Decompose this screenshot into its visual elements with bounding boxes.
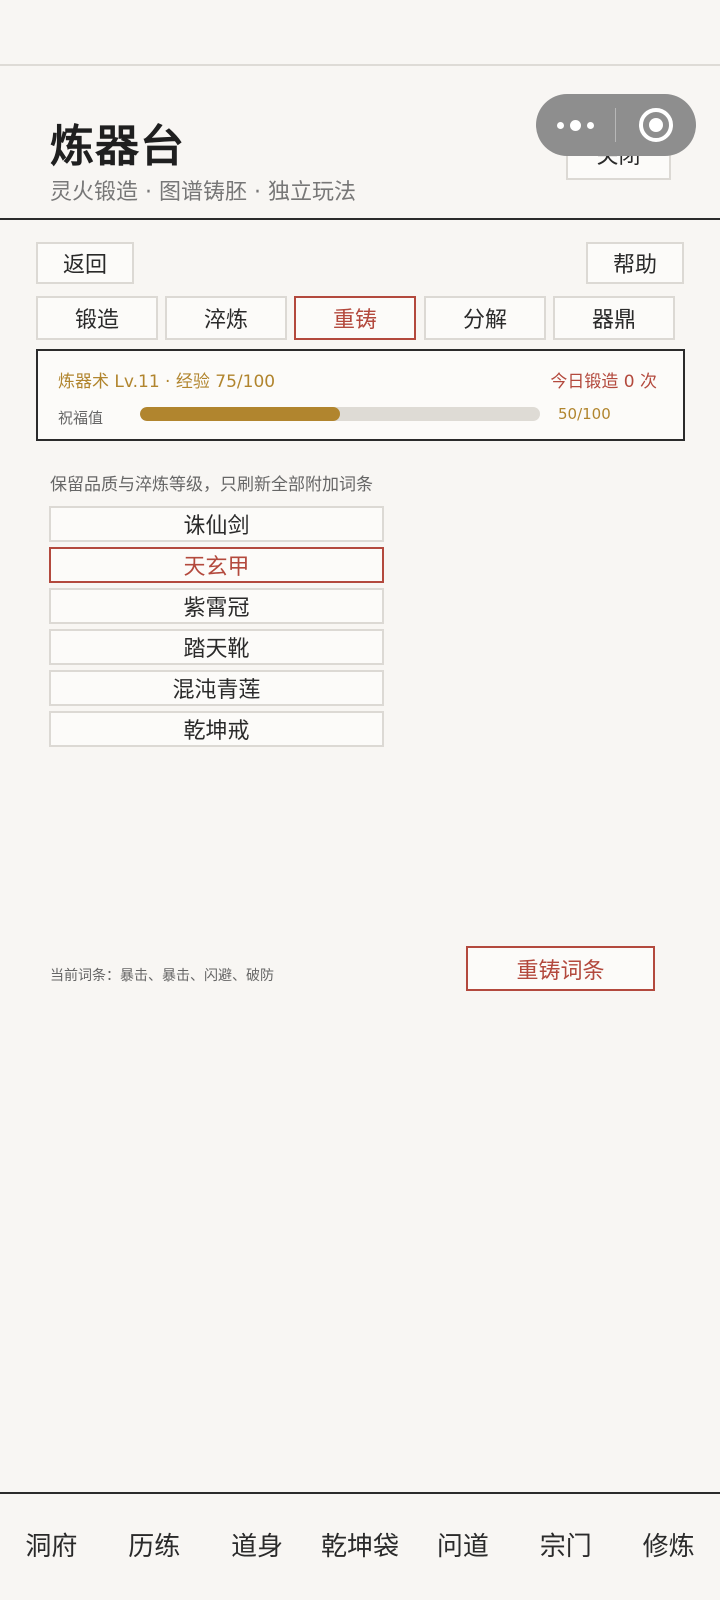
equipment-item[interactable]: 踏天靴 — [49, 629, 384, 665]
equipment-item-selected[interactable]: 天玄甲 — [49, 547, 384, 583]
blessing-progress-fill — [140, 407, 340, 421]
daily-forge-count: 今日锻造 0 次 — [550, 372, 657, 392]
back-button[interactable]: 返回 — [36, 242, 134, 284]
tab-forge[interactable]: 锻造 — [36, 296, 158, 340]
tab-dismantle[interactable]: 分解 — [424, 296, 546, 340]
more-menu-icon[interactable] — [536, 94, 615, 156]
tab-cauldron[interactable]: 器鼎 — [553, 296, 675, 340]
tab-temper[interactable]: 淬炼 — [165, 296, 287, 340]
equipment-item[interactable]: 乾坤戒 — [49, 711, 384, 747]
blessing-progress-bar — [140, 407, 540, 421]
forging-level-text: 炼器术 Lv.11 · 经验 75/100 — [58, 372, 276, 392]
nav-inventory[interactable]: 乾坤袋 — [309, 1494, 412, 1600]
exit-target-icon[interactable] — [616, 94, 696, 156]
tab-recast[interactable]: 重铸 — [294, 296, 416, 340]
bottom-nav: 洞府 历练 道身 乾坤袋 问道 宗门 修炼 — [0, 1494, 720, 1600]
blessing-value: 50/100 — [558, 405, 611, 423]
nav-training[interactable]: 历练 — [103, 1494, 206, 1600]
equipment-item[interactable]: 混沌青莲 — [49, 670, 384, 706]
help-button[interactable]: 帮助 — [586, 242, 684, 284]
current-affixes: 当前词条：暴击、暴击、闪避、破防 — [50, 968, 274, 984]
nav-cave[interactable]: 洞府 — [0, 1494, 103, 1600]
blessing-label: 祝福值 — [58, 409, 104, 427]
recast-affixes-button[interactable]: 重铸词条 — [466, 946, 655, 991]
nav-seek-dao[interactable]: 问道 — [411, 1494, 514, 1600]
page-subtitle: 灵火锻造 · 图谱铸胚 · 独立玩法 — [50, 180, 356, 205]
top-status-area — [0, 0, 720, 66]
miniprogram-capsule — [536, 94, 696, 156]
equipment-item[interactable]: 诛仙剑 — [49, 506, 384, 542]
equipment-item[interactable]: 紫霄冠 — [49, 588, 384, 624]
header-divider — [0, 218, 720, 220]
recast-description: 保留品质与淬炼等级，只刷新全部附加词条 — [50, 475, 373, 495]
page-title: 炼器台 — [50, 121, 185, 172]
nav-cultivate[interactable]: 修炼 — [617, 1494, 720, 1600]
nav-sect[interactable]: 宗门 — [514, 1494, 617, 1600]
forging-status-panel: 炼器术 Lv.11 · 经验 75/100 今日锻造 0 次 祝福值 50/10… — [36, 349, 685, 441]
nav-dao-body[interactable]: 道身 — [206, 1494, 309, 1600]
